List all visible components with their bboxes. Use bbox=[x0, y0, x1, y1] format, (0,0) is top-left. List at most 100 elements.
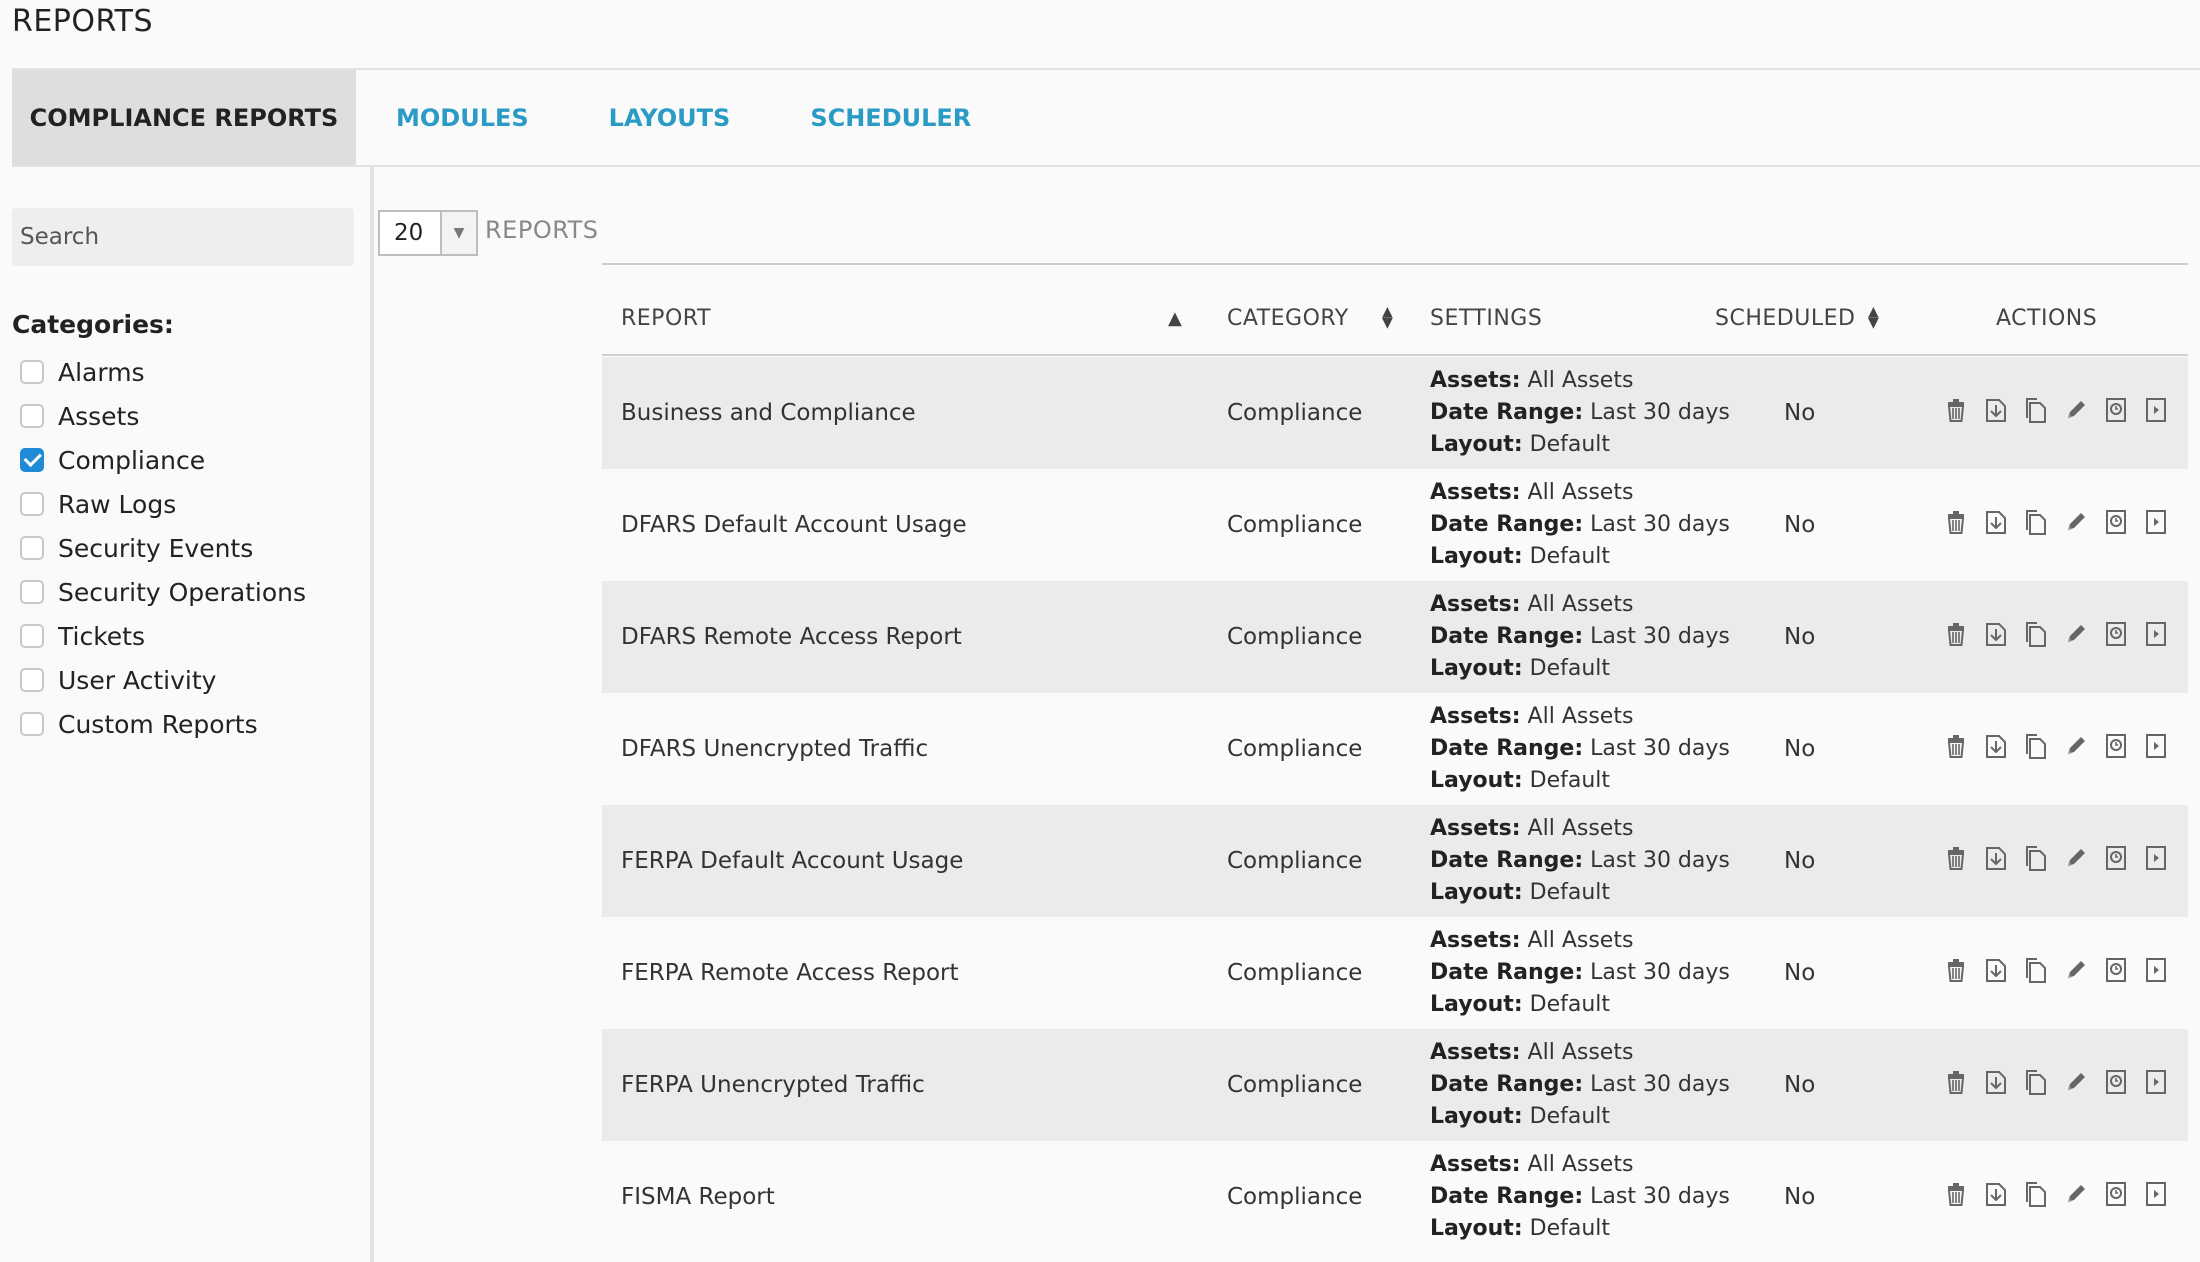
delete-button[interactable] bbox=[1936, 841, 1976, 881]
header-report[interactable]: REPORT bbox=[621, 280, 711, 356]
setting-label: Layout: bbox=[1430, 1104, 1523, 1129]
setting-value: Last 30 days bbox=[1590, 848, 1730, 873]
search-input[interactable] bbox=[12, 208, 354, 266]
download-button[interactable] bbox=[1976, 841, 2016, 881]
edit-button[interactable] bbox=[2056, 841, 2096, 881]
download-button[interactable] bbox=[1976, 953, 2016, 993]
tab-scheduler[interactable]: SCHEDULER bbox=[810, 70, 971, 165]
report-name[interactable]: FERPA Unencrypted Traffic bbox=[621, 1029, 925, 1141]
report-name[interactable]: Business and Compliance bbox=[621, 357, 916, 469]
sort-icon[interactable]: ▲ ▼ bbox=[1868, 280, 1879, 356]
schedule-button[interactable] bbox=[2096, 729, 2136, 769]
delete-button[interactable] bbox=[1936, 505, 1976, 545]
header-scheduled[interactable]: SCHEDULED bbox=[1715, 280, 1855, 356]
schedule-button[interactable] bbox=[2096, 1177, 2136, 1217]
category-item[interactable]: Assets bbox=[20, 394, 306, 438]
setting-label: Assets: bbox=[1430, 592, 1521, 617]
category-item[interactable]: Alarms bbox=[20, 350, 306, 394]
schedule-button[interactable] bbox=[2096, 505, 2136, 545]
checkbox[interactable] bbox=[20, 580, 44, 604]
copy-icon bbox=[2022, 396, 2050, 430]
tab-modules[interactable]: MODULES bbox=[396, 70, 529, 165]
report-name[interactable]: DFARS Remote Access Report bbox=[621, 581, 962, 693]
categories-title: Categories: bbox=[12, 310, 174, 339]
copy-button[interactable] bbox=[2016, 505, 2056, 545]
edit-pencil-icon bbox=[2062, 956, 2090, 990]
run-button[interactable] bbox=[2136, 617, 2176, 657]
schedule-button[interactable] bbox=[2096, 953, 2136, 993]
report-name[interactable]: FERPA Default Account Usage bbox=[621, 805, 963, 917]
schedule-button[interactable] bbox=[2096, 393, 2136, 433]
copy-button[interactable] bbox=[2016, 841, 2056, 881]
sort-asc-icon[interactable]: ▲ bbox=[1168, 280, 1182, 356]
sort-icon[interactable]: ▲ ▼ bbox=[1382, 280, 1393, 356]
category-item[interactable]: Security Operations bbox=[20, 570, 306, 614]
run-button[interactable] bbox=[2136, 505, 2176, 545]
tab-layouts[interactable]: LAYOUTS bbox=[609, 70, 731, 165]
checkbox[interactable] bbox=[20, 492, 44, 516]
setting-value: Last 30 days bbox=[1590, 624, 1730, 649]
report-name[interactable]: DFARS Default Account Usage bbox=[621, 469, 967, 581]
setting-line: Layout: Default bbox=[1430, 653, 1610, 685]
copy-button[interactable] bbox=[2016, 393, 2056, 433]
run-button[interactable] bbox=[2136, 393, 2176, 433]
category-item[interactable]: Tickets bbox=[20, 614, 306, 658]
delete-button[interactable] bbox=[1936, 1065, 1976, 1105]
report-settings: Assets: All Assets Date Range: Last 30 da… bbox=[1430, 581, 1730, 693]
download-icon bbox=[1982, 508, 2010, 542]
checkbox[interactable] bbox=[20, 624, 44, 648]
setting-label: Assets: bbox=[1430, 816, 1521, 841]
download-button[interactable] bbox=[1976, 505, 2016, 545]
copy-button[interactable] bbox=[2016, 1065, 2056, 1105]
report-name[interactable]: FISMA Report bbox=[621, 1141, 775, 1253]
copy-button[interactable] bbox=[2016, 617, 2056, 657]
header-category[interactable]: CATEGORY bbox=[1227, 280, 1349, 356]
run-button[interactable] bbox=[2136, 729, 2176, 769]
edit-button[interactable] bbox=[2056, 505, 2096, 545]
copy-button[interactable] bbox=[2016, 1177, 2056, 1217]
delete-button[interactable] bbox=[1936, 617, 1976, 657]
schedule-button[interactable] bbox=[2096, 617, 2136, 657]
checkbox-checked[interactable] bbox=[20, 448, 44, 472]
delete-button[interactable] bbox=[1936, 729, 1976, 769]
edit-button[interactable] bbox=[2056, 393, 2096, 433]
category-item[interactable]: Custom Reports bbox=[20, 702, 306, 746]
copy-button[interactable] bbox=[2016, 953, 2056, 993]
category-item[interactable]: Compliance bbox=[20, 438, 306, 482]
edit-button[interactable] bbox=[2056, 1177, 2096, 1217]
row-actions bbox=[1936, 581, 2176, 693]
setting-line: Date Range: Last 30 days bbox=[1430, 1069, 1730, 1101]
edit-button[interactable] bbox=[2056, 617, 2096, 657]
schedule-button[interactable] bbox=[2096, 1065, 2136, 1105]
copy-button[interactable] bbox=[2016, 729, 2056, 769]
report-name[interactable]: FERPA Remote Access Report bbox=[621, 917, 959, 1029]
edit-button[interactable] bbox=[2056, 1065, 2096, 1105]
download-button[interactable] bbox=[1976, 393, 2016, 433]
checkbox[interactable] bbox=[20, 360, 44, 384]
checkbox[interactable] bbox=[20, 536, 44, 560]
delete-button[interactable] bbox=[1936, 393, 1976, 433]
tab-compliance-reports[interactable]: COMPLIANCE REPORTS bbox=[12, 70, 356, 165]
download-button[interactable] bbox=[1976, 617, 2016, 657]
run-button[interactable] bbox=[2136, 953, 2176, 993]
edit-button[interactable] bbox=[2056, 729, 2096, 769]
checkbox[interactable] bbox=[20, 712, 44, 736]
download-button[interactable] bbox=[1976, 1065, 2016, 1105]
category-item[interactable]: Raw Logs bbox=[20, 482, 306, 526]
report-name[interactable]: DFARS Unencrypted Traffic bbox=[621, 693, 928, 805]
checkbox[interactable] bbox=[20, 668, 44, 692]
run-button[interactable] bbox=[2136, 1065, 2176, 1105]
run-button[interactable] bbox=[2136, 841, 2176, 881]
category-item[interactable]: User Activity bbox=[20, 658, 306, 702]
setting-value: All Assets bbox=[1527, 592, 1634, 617]
schedule-button[interactable] bbox=[2096, 841, 2136, 881]
download-button[interactable] bbox=[1976, 1177, 2016, 1217]
page-size-select[interactable]: 20 ▼ bbox=[378, 210, 478, 256]
delete-button[interactable] bbox=[1936, 953, 1976, 993]
edit-button[interactable] bbox=[2056, 953, 2096, 993]
run-button[interactable] bbox=[2136, 1177, 2176, 1217]
delete-button[interactable] bbox=[1936, 1177, 1976, 1217]
download-button[interactable] bbox=[1976, 729, 2016, 769]
category-item[interactable]: Security Events bbox=[20, 526, 306, 570]
checkbox[interactable] bbox=[20, 404, 44, 428]
